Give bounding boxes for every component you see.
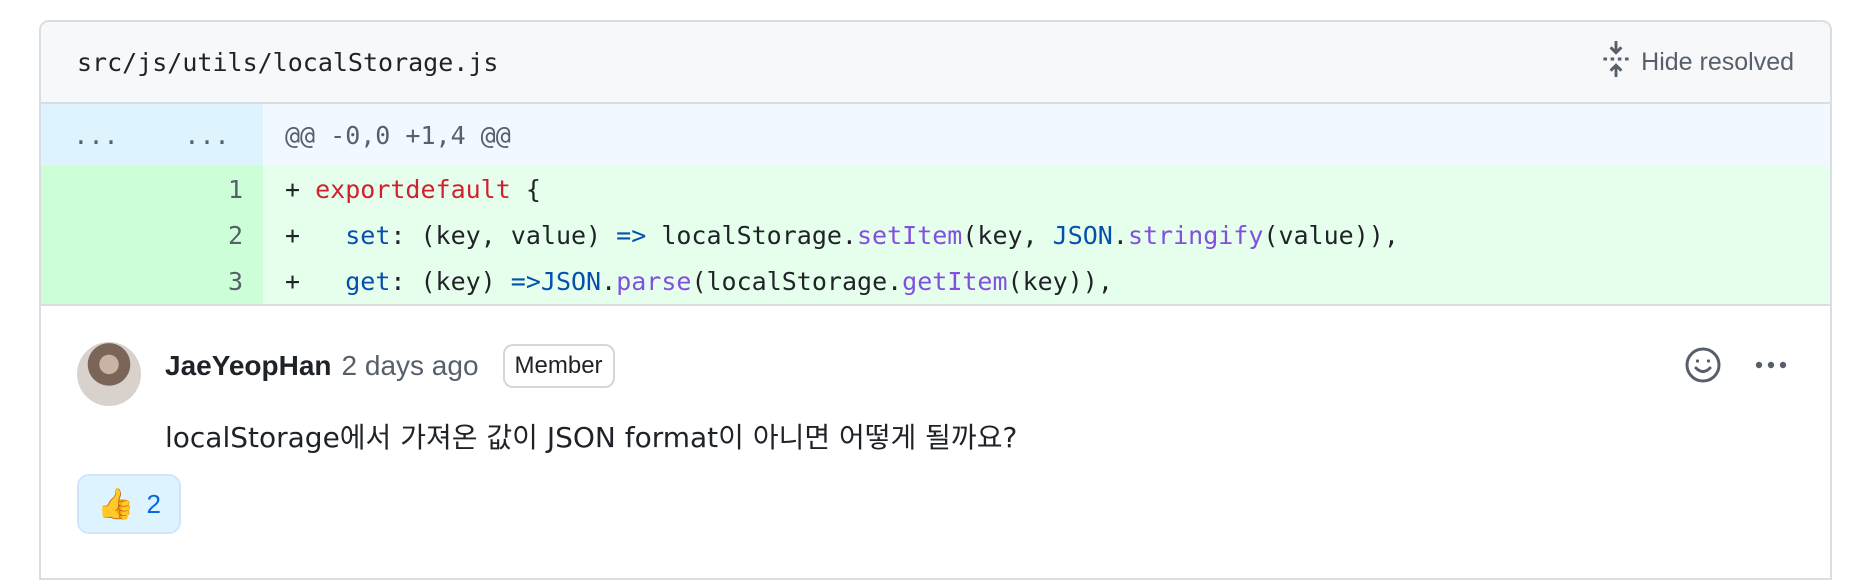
code-line: + export default { (263, 166, 1830, 212)
line-number-new[interactable]: 2 (151, 212, 263, 258)
diff-line: 2 + set: (key, value) => localStorage. se… (41, 212, 1830, 258)
hunk-header: @@ -0,0 +1,4 @@ (263, 104, 1830, 166)
author-link[interactable]: JaeYeopHan (165, 350, 332, 382)
review-thread: src/js/utils/localStorage.js Hide resolv… (39, 20, 1832, 580)
more-options-button[interactable] (1752, 346, 1790, 387)
diff-table: ... ... @@ -0,0 +1,4 @@ 1 + export defau… (41, 104, 1830, 304)
file-header: src/js/utils/localStorage.js Hide resolv… (41, 22, 1830, 104)
thumbs-up-icon: 👍 (97, 487, 135, 521)
comment-timestamp[interactable]: 2 days ago (342, 350, 479, 382)
line-number-old (41, 166, 151, 212)
code-line: + set: (key, value) => localStorage. setI… (263, 212, 1830, 258)
unfold-icon (1601, 40, 1631, 84)
comment: JaeYeopHan 2 days ago Member localStorag… (41, 304, 1830, 566)
hunk-expand-old[interactable]: ... (41, 120, 151, 150)
hunk-row: ... ... @@ -0,0 +1,4 @@ (41, 104, 1830, 166)
smiley-icon (1684, 347, 1722, 387)
add-reaction-button[interactable] (1684, 346, 1722, 387)
line-number-new[interactable]: 1 (151, 166, 263, 212)
hunk-expand-new[interactable]: ... (151, 120, 263, 150)
comment-body: localStorage에서 가져온 값이 JSON format이 아니면 어… (165, 421, 1018, 454)
reaction-count: 2 (146, 488, 161, 519)
diff-line: 3 + get: (key) => JSON. parse (localStorag… (41, 258, 1830, 304)
avatar[interactable] (77, 342, 141, 406)
kebab-horizontal-icon (1752, 361, 1790, 387)
reaction-thumbs-up[interactable]: 👍 2 (77, 474, 181, 534)
diff-line: 1 + export default { (41, 166, 1830, 212)
file-path[interactable]: src/js/utils/localStorage.js (77, 48, 498, 77)
comment-actions (1684, 346, 1790, 387)
member-badge: Member (502, 344, 615, 388)
comment-header: JaeYeopHan 2 days ago Member (165, 344, 615, 388)
line-number-new[interactable]: 3 (151, 258, 263, 304)
line-number-old (41, 212, 151, 258)
hide-resolved-button[interactable]: Hide resolved (1601, 40, 1794, 84)
hide-resolved-label: Hide resolved (1641, 47, 1794, 76)
line-number-old (41, 258, 151, 304)
code-line: + get: (key) => JSON. parse (localStorage.… (263, 258, 1830, 304)
